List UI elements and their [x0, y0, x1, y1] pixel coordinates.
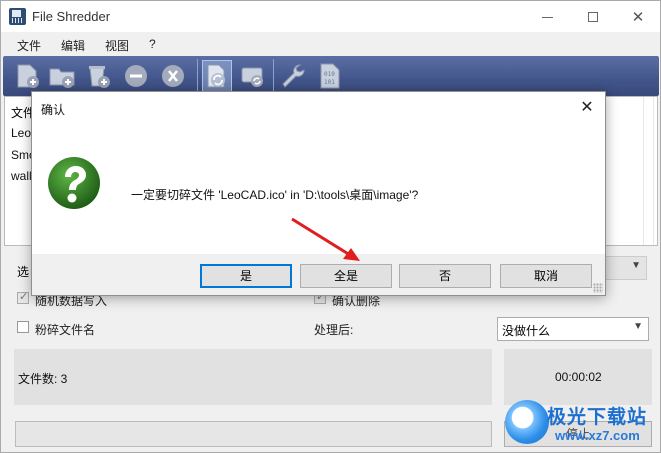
toolbar: 010 101	[3, 56, 659, 96]
grid-line	[643, 97, 644, 245]
watermark: 极光下载站 www.xz7.com	[505, 400, 655, 452]
add-file-icon	[17, 64, 39, 88]
after-processing-select[interactable]: 没做什么 ▼	[497, 317, 649, 341]
menu-file[interactable]: 文件	[17, 37, 41, 54]
method-select[interactable]: ▼	[601, 256, 647, 280]
confirm-dialog: 确认 ✕ 一定要切碎文件 'LeoCAD.ico' in 'D:\tools\桌…	[31, 91, 606, 296]
minimize-icon	[541, 17, 553, 18]
yes-button[interactable]: 是	[200, 264, 292, 288]
elapsed-time-text: 00:00:02	[555, 370, 602, 384]
settings-button[interactable]	[278, 60, 308, 92]
watermark-logo	[505, 400, 549, 444]
menu-bar: 文件 编辑 视图 ?	[1, 32, 660, 56]
question-icon	[48, 157, 100, 209]
method-label: 选	[17, 265, 30, 279]
dialog-close-button[interactable]: ✕	[569, 92, 605, 122]
maximize-icon	[588, 11, 598, 22]
maximize-button[interactable]	[570, 1, 616, 32]
yes-all-button[interactable]: 全是	[300, 264, 392, 288]
remove-button[interactable]	[121, 60, 151, 92]
app-icon	[9, 8, 26, 25]
list-item[interactable]: wall	[11, 169, 32, 183]
cancel-button[interactable]: 取消	[500, 264, 592, 288]
menu-edit[interactable]: 编辑	[61, 37, 85, 54]
shred-filenames-label: 粉碎文件名	[35, 323, 96, 337]
annotation-arrow	[291, 217, 360, 261]
resize-grip[interactable]	[593, 283, 603, 293]
menu-help[interactable]: ?	[149, 37, 156, 51]
add-recycle-bin-icon	[89, 66, 110, 88]
remove-icon	[125, 65, 147, 87]
toolbar-separator	[273, 59, 274, 93]
file-count-text: 文件数: 3	[18, 372, 68, 386]
close-button[interactable]: ✕	[615, 1, 661, 32]
no-button[interactable]: 否	[399, 264, 491, 288]
svg-text:010: 010	[324, 71, 335, 78]
grid-line	[653, 97, 654, 245]
add-folder-icon	[49, 68, 75, 88]
remove-all-icon	[162, 65, 184, 87]
watermark-name: 极光下载站	[547, 407, 648, 428]
window-title: File Shredder	[32, 9, 111, 24]
toolbar-separator	[197, 59, 198, 93]
svg-text:101: 101	[324, 79, 335, 86]
add-folder-button[interactable]	[47, 60, 77, 92]
title-bar: File Shredder ✕	[1, 1, 660, 32]
shred-disk-icon	[241, 67, 263, 87]
chevron-down-icon: ▼	[633, 321, 643, 332]
progress-bar	[15, 421, 492, 447]
shred-filenames-checkbox[interactable]	[17, 321, 29, 333]
list-item[interactable]: Leo	[11, 126, 31, 140]
binary-icon: 010101	[320, 63, 340, 89]
dialog-message: 一定要切碎文件 'LeoCAD.ico' in 'D:\tools\桌面\ima…	[131, 188, 419, 202]
add-recycle-bin-button[interactable]	[83, 60, 113, 92]
shred-button[interactable]	[202, 60, 232, 92]
close-icon: ✕	[631, 8, 645, 26]
settings-wrench-icon	[282, 64, 305, 88]
menu-view[interactable]: 视图	[105, 37, 129, 54]
close-icon: ✕	[580, 99, 594, 116]
after-processing-value: 没做什么	[502, 324, 551, 338]
minimize-button[interactable]	[524, 1, 570, 32]
random-data-checkbox[interactable]	[17, 290, 29, 304]
after-processing-label: 处理后:	[314, 323, 354, 337]
watermark-url: www.xz7.com	[555, 428, 640, 443]
binary-button[interactable]: 010 101	[315, 60, 345, 92]
add-file-button[interactable]	[13, 60, 43, 92]
chevron-down-icon: ▼	[631, 260, 641, 271]
shred-disk-button[interactable]	[238, 60, 268, 92]
elapsed-time-panel: 00:00:02	[504, 349, 652, 405]
shred-icon	[207, 64, 225, 88]
file-count-panel: 文件数: 3	[14, 349, 492, 405]
remove-all-button[interactable]	[158, 60, 188, 92]
dialog-title: 确认	[41, 103, 66, 117]
